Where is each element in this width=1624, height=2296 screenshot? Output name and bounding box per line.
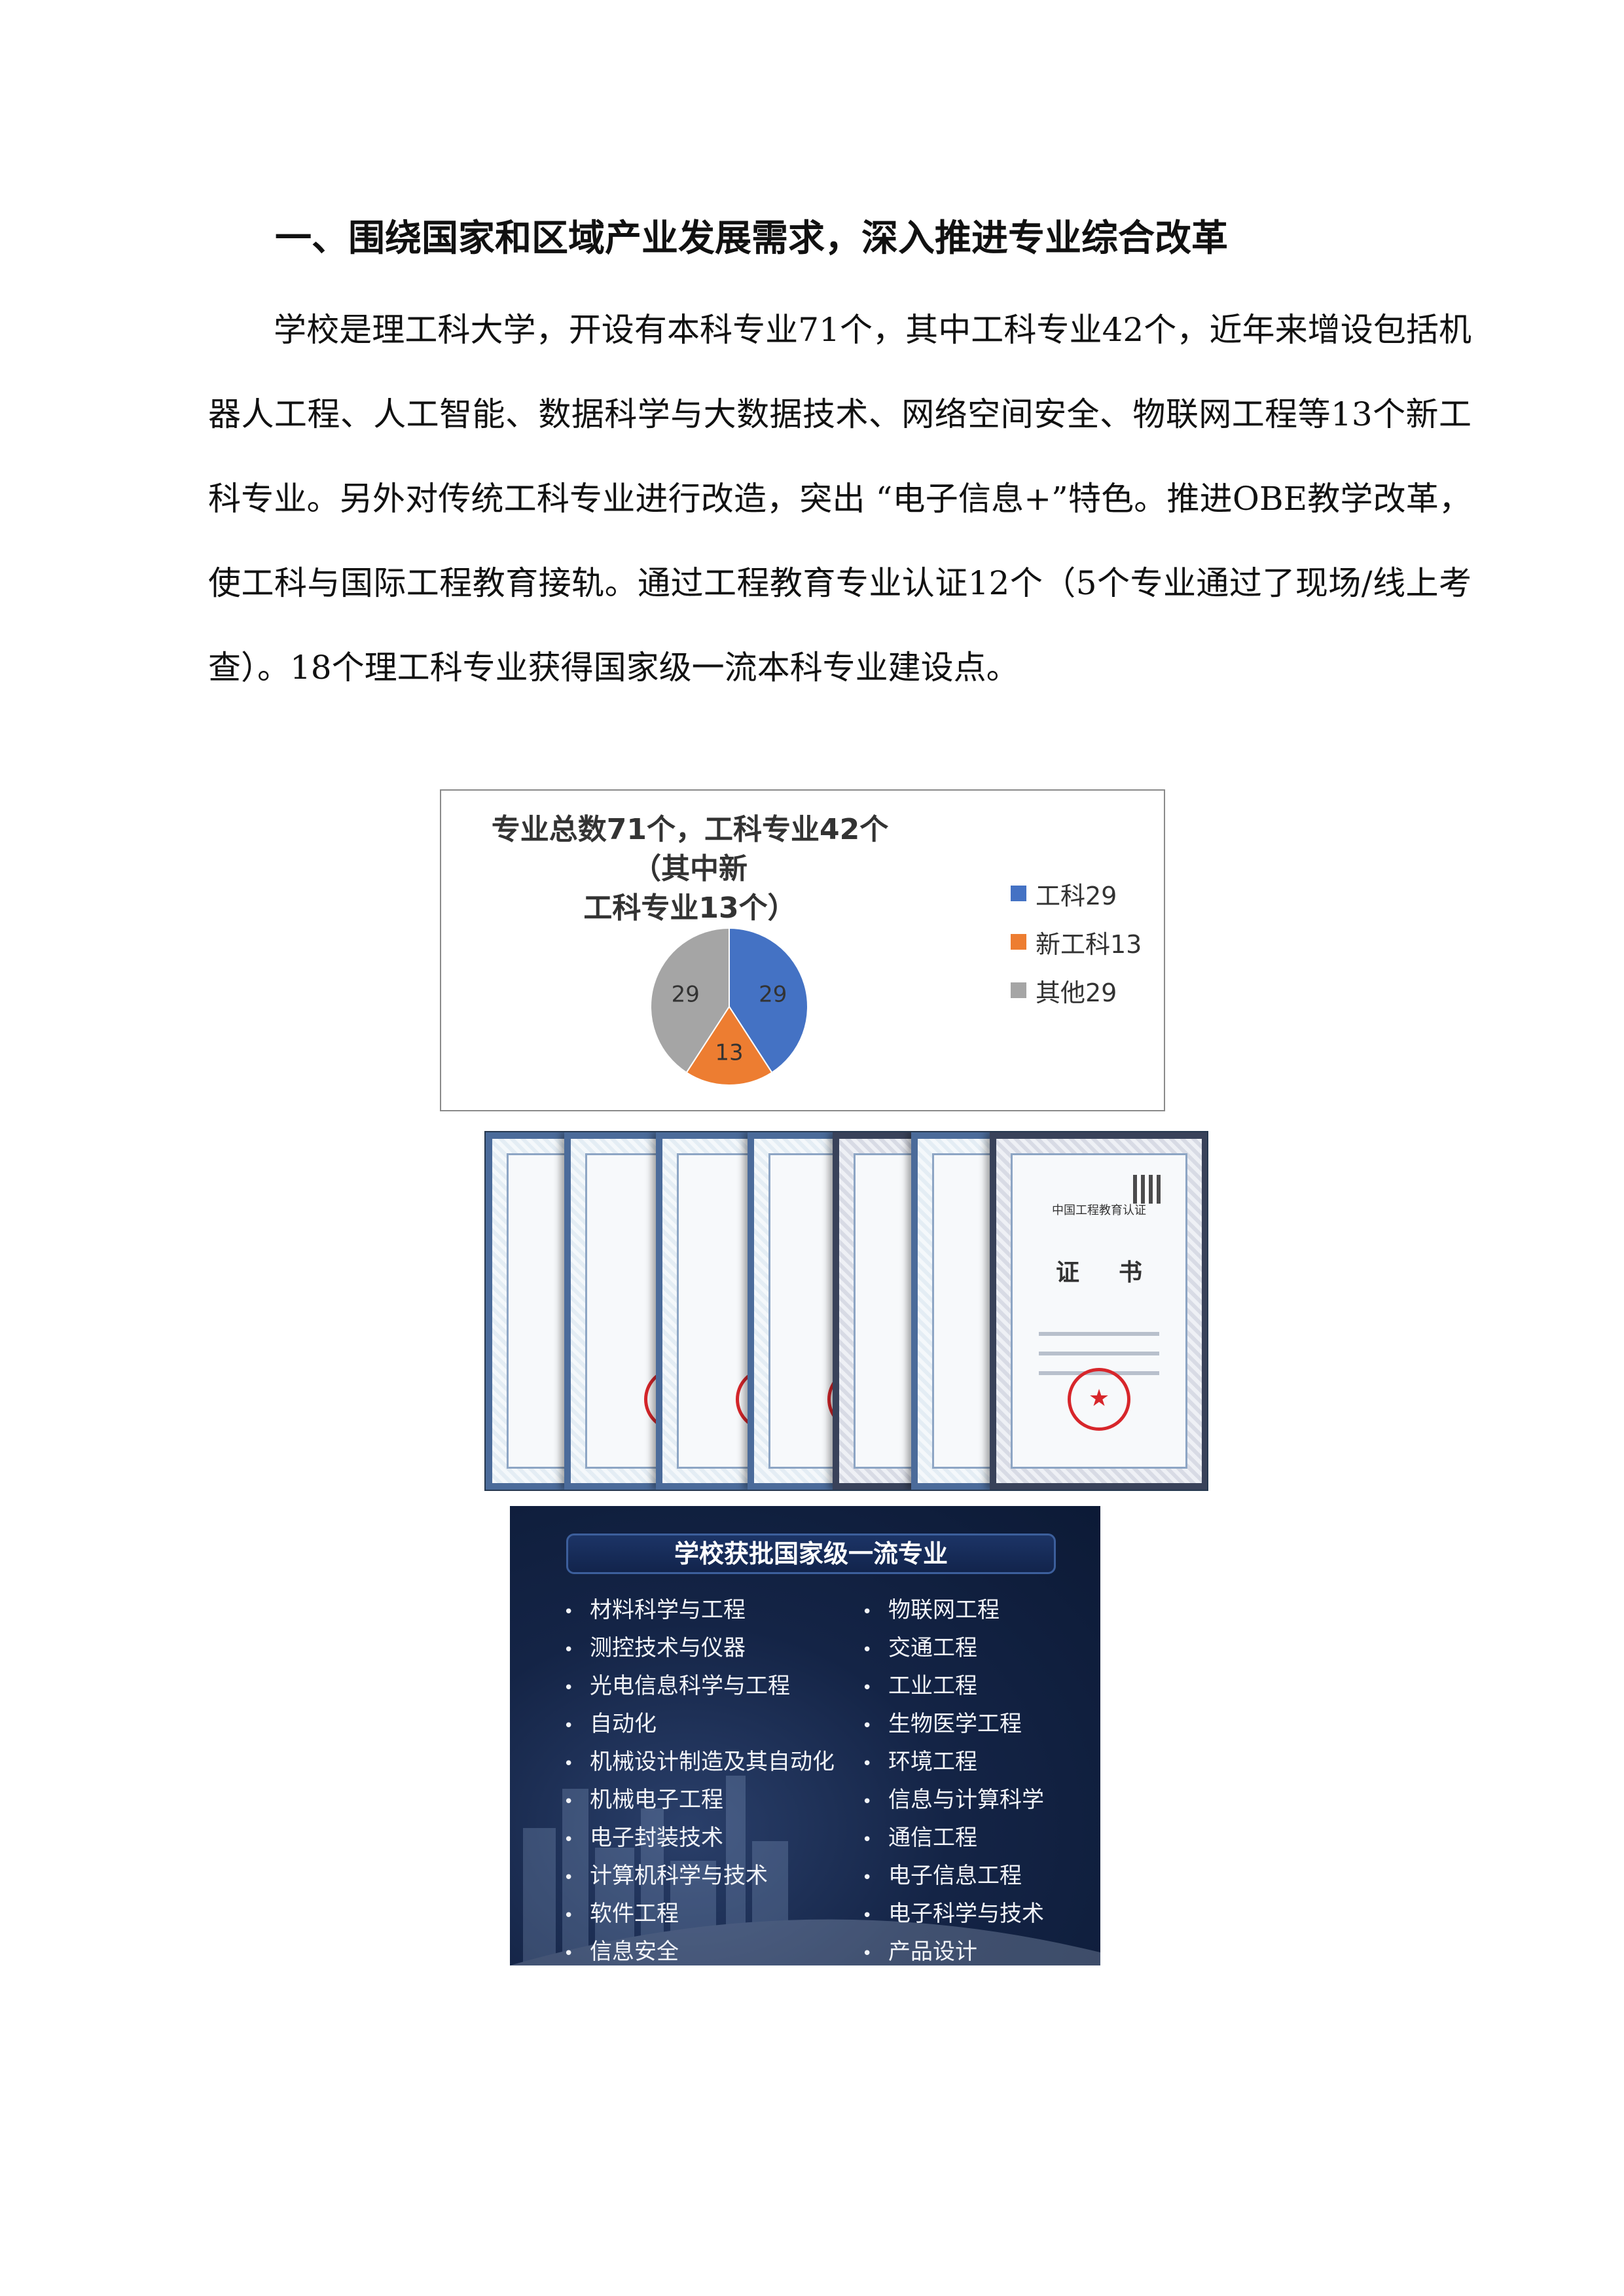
pie-chart-figure: 专业总数71个，工科专业42个（其中新 工科专业13个） 29 13 29 工科29… — [440, 789, 1165, 1111]
legend-label-2: 其他29 — [1036, 978, 1117, 1007]
pie-data-label-2: 29 — [672, 981, 700, 1007]
majors-list-right: 物联网工程交通工程工业工程生物医学工程环境工程信息与计算科学通信工程电子信息工程… — [862, 1591, 1044, 1965]
first-class-majors-panel: 学校获批国家级一流专业 材料科学与工程测控技术与仪器光电信息科学与工程自动化机械… — [510, 1506, 1100, 1965]
legend-label-0: 工科29 — [1036, 881, 1117, 910]
chart-legend: 工科29 新工科13 其他29 — [1011, 869, 1142, 1014]
certificate-text-line — [1039, 1332, 1159, 1336]
majors-title-bar: 学校获批国家级一流专业 — [566, 1534, 1056, 1574]
legend-item-0: 工科29 — [1011, 869, 1142, 918]
major-item: 电子封装技术 — [564, 1819, 835, 1857]
certificate-doc-title: 证书 — [1055, 1259, 1182, 1286]
chart-title-line-1: 专业总数71个，工科专业42个（其中新 — [491, 813, 889, 886]
certification-certificates-photo: ★★★★★★中国工程教育认证证书★ — [484, 1131, 1208, 1491]
major-item: 电子信息工程 — [862, 1857, 1044, 1895]
certificate-text-line — [1039, 1352, 1159, 1355]
major-item: 计算机科学与技术 — [564, 1857, 835, 1895]
section-heading: 一、围绕国家和区域产业发展需求，深入推进专业综合改革 — [275, 217, 1228, 260]
major-item: 信息安全 — [564, 1933, 835, 1965]
seal-star-icon: ★ — [1088, 1385, 1110, 1412]
major-item: 机械电子工程 — [564, 1781, 835, 1819]
major-item: 生物医学工程 — [862, 1705, 1044, 1743]
major-item: 机械设计制造及其自动化 — [564, 1743, 835, 1781]
pie-data-label-1: 13 — [715, 1040, 743, 1066]
legend-label-1: 新工科13 — [1036, 929, 1142, 959]
chart-title-line-2: 工科专业13个） — [583, 891, 797, 925]
majors-title: 学校获批国家级一流专业 — [674, 1539, 948, 1568]
red-seal-stamp: ★ — [1068, 1368, 1130, 1431]
major-item: 物联网工程 — [862, 1591, 1044, 1629]
major-item: 信息与计算科学 — [862, 1781, 1044, 1819]
major-item: 光电信息科学与工程 — [564, 1667, 835, 1705]
major-item: 软件工程 — [564, 1895, 835, 1933]
pie-chart: 29 13 29 — [650, 927, 808, 1086]
major-item: 材料科学与工程 — [564, 1591, 835, 1629]
major-item: 测控技术与仪器 — [564, 1629, 835, 1667]
qr-code-icon — [1133, 1175, 1162, 1204]
major-item: 自动化 — [564, 1705, 835, 1743]
legend-swatch-2 — [1011, 982, 1026, 998]
legend-item-1: 新工科13 — [1011, 918, 1142, 966]
major-item: 电子科学与技术 — [862, 1895, 1044, 1933]
major-item: 产品设计 — [862, 1933, 1044, 1965]
legend-swatch-0 — [1011, 886, 1026, 901]
major-item: 通信工程 — [862, 1819, 1044, 1857]
legend-item-2: 其他29 — [1011, 966, 1142, 1014]
legend-swatch-1 — [1011, 934, 1026, 950]
chart-title: 专业总数71个，工科专业42个（其中新 工科专业13个） — [467, 810, 912, 928]
majors-list-left: 材料科学与工程测控技术与仪器光电信息科学与工程自动化机械设计制造及其自动化机械电… — [564, 1591, 835, 1965]
major-item: 工业工程 — [862, 1667, 1044, 1705]
major-item: 环境工程 — [862, 1743, 1044, 1781]
certificate-6: 中国工程教育认证 证书 ★ — [990, 1132, 1207, 1490]
body-paragraph: 学校是理工科大学，开设有本科专业71个，其中工科专业42个，近年来增设包括机器人… — [208, 311, 1471, 687]
pie-data-label-0: 29 — [759, 981, 787, 1007]
major-item: 交通工程 — [862, 1629, 1044, 1667]
